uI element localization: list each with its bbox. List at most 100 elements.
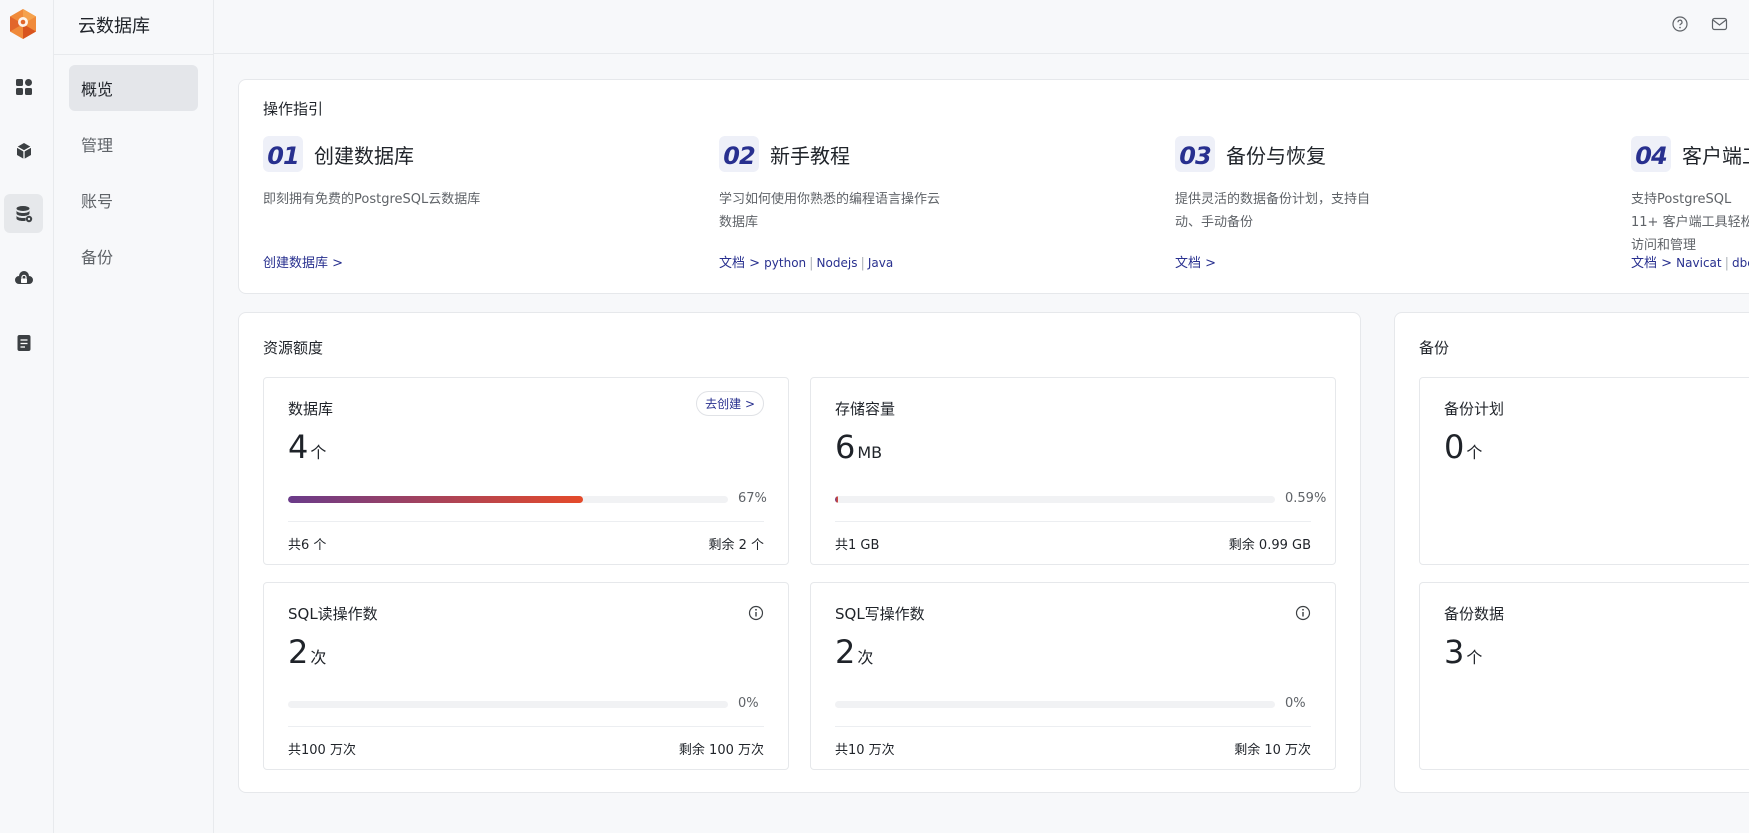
progress-percent: 67%	[738, 491, 767, 506]
docs-link[interactable]: 文档 >	[1175, 256, 1216, 271]
backup-title: 备份	[1419, 339, 1450, 357]
separator: |	[860, 256, 865, 271]
step-description: 提供灵活的数据备份计划，支持自动、手动备份	[1175, 192, 1371, 230]
sidebar: 云数据库 概览 管理 账号 备份	[54, 0, 214, 833]
progress-bar	[835, 496, 1275, 503]
database-icon	[16, 205, 32, 222]
step-number: 04	[1631, 136, 1671, 172]
backup-plan-stat: 备份计划 0个	[1419, 377, 1749, 565]
rail-document[interactable]	[4, 323, 43, 362]
progress-fill	[288, 496, 583, 503]
step-link: 文档 > Navicat|dbeaver	[1631, 252, 1749, 271]
divider	[835, 726, 1311, 727]
info-icon[interactable]	[748, 605, 764, 621]
stat-number: 3	[1444, 633, 1465, 671]
guide-card: 操作指引 01 创建数据库 即刻拥有免费的PostgreSQL云数据库 创建数据…	[238, 79, 1749, 294]
stat-title: 数据库	[288, 400, 334, 418]
stat-title: 存储容量	[835, 400, 896, 418]
quota-storage: 存储容量 6 MB 0.59% 共1 GB 剩余 0.99 GB	[810, 377, 1336, 565]
stat-unit: 次	[857, 648, 874, 667]
java-link[interactable]: Java	[868, 256, 893, 270]
divider	[288, 726, 764, 727]
rail-dashboard[interactable]	[4, 67, 43, 106]
stat-value: 0个	[1444, 428, 1482, 466]
separator: |	[1724, 256, 1729, 271]
dbeaver-link[interactable]: dbeaver	[1732, 256, 1749, 270]
cube-icon	[16, 142, 31, 159]
cloud-lock-icon	[14, 270, 33, 284]
step-number: 02	[719, 136, 759, 172]
sidebar-item-account[interactable]: 账号	[69, 177, 198, 223]
separator: |	[809, 256, 814, 271]
help-icon	[1672, 16, 1688, 32]
stat-number: 2	[835, 633, 856, 671]
divider	[54, 54, 214, 55]
resource-title: 资源额度	[263, 339, 324, 357]
app-title: 云数据库	[78, 16, 150, 37]
quota-total: 共100 万次	[288, 743, 356, 758]
stat-number: 4	[288, 428, 309, 466]
app-logo-icon[interactable]	[7, 8, 39, 40]
stat-unit: 个	[1466, 648, 1483, 667]
go-create-button[interactable]: 去创建 >	[696, 391, 764, 416]
stat-number: 6	[835, 428, 856, 466]
stat-number: 0	[1444, 428, 1465, 466]
create-database-link[interactable]: 创建数据库 >	[263, 256, 343, 271]
stat-unit: 个	[310, 443, 327, 462]
icon-rail	[0, 0, 54, 833]
step-title: 备份与恢复	[1226, 144, 1326, 168]
step-description: 即刻拥有免费的PostgreSQL云数据库	[263, 192, 481, 207]
message-button[interactable]	[1709, 14, 1729, 34]
step-number: 03	[1175, 136, 1215, 172]
sidebar-item-backup[interactable]: 备份	[69, 233, 198, 279]
rail-cloud-lock[interactable]	[4, 259, 43, 298]
stat-unit: 个	[1466, 443, 1483, 462]
quota-total: 共10 万次	[835, 743, 895, 758]
stat-title: 备份数据	[1444, 605, 1505, 623]
progress-percent: 0.59%	[1285, 491, 1327, 506]
guide-title: 操作指引	[263, 100, 324, 118]
rail-database[interactable]	[4, 194, 43, 233]
stat-number: 2	[288, 633, 309, 671]
docs-link[interactable]: 文档 >	[719, 256, 760, 271]
progress-bar	[288, 496, 728, 503]
sidebar-item-overview[interactable]: 概览	[69, 65, 198, 111]
stat-value: 6 MB	[835, 428, 882, 466]
progress-percent: 0%	[738, 696, 759, 711]
stat-value: 2次	[835, 633, 873, 671]
progress-percent: 0%	[1285, 696, 1306, 711]
quota-sql-write: SQL写操作数 2次 0% 共10 万次 剩余 10 万次	[810, 582, 1336, 770]
nodejs-link[interactable]: Nodejs	[817, 256, 858, 270]
divider	[288, 521, 764, 522]
stat-unit: MB	[857, 443, 883, 462]
step-link[interactable]: 文档 >	[1175, 252, 1216, 271]
step-description: 学习如何使用你熟悉的编程语言操作云数据库	[719, 192, 941, 230]
dashboard-icon	[15, 78, 32, 95]
progress-bar	[288, 701, 728, 708]
navicat-link[interactable]: Navicat	[1676, 256, 1721, 270]
backup-data-stat: 备份数据 3个	[1419, 582, 1749, 770]
info-icon[interactable]	[1295, 605, 1311, 621]
stat-value: 4个	[288, 428, 326, 466]
stat-value: 3个	[1444, 633, 1482, 671]
help-button[interactable]	[1670, 14, 1690, 34]
stat-value: 2次	[288, 633, 326, 671]
docs-link[interactable]: 文档 >	[1631, 256, 1672, 271]
step-title: 新手教程	[770, 144, 850, 168]
divider	[835, 521, 1311, 522]
resource-quota-card: 资源额度 数据库 去创建 > 4个 67% 共6 个 剩余 2 个 存储容量 6…	[238, 312, 1361, 793]
python-link[interactable]: python	[764, 256, 806, 270]
document-icon	[17, 334, 30, 351]
stat-title: SQL写操作数	[835, 605, 925, 623]
sidebar-item-manage[interactable]: 管理	[69, 121, 198, 167]
quota-remaining: 剩余 100 万次	[678, 743, 764, 758]
progress-bar	[835, 701, 1275, 708]
quota-remaining: 剩余 2 个	[708, 538, 764, 553]
step-link[interactable]: 创建数据库 >	[263, 252, 343, 271]
stat-title: SQL读操作数	[288, 605, 378, 623]
progress-fill	[835, 496, 838, 503]
rail-cube[interactable]	[4, 131, 43, 170]
step-title: 创建数据库	[314, 144, 414, 168]
quota-remaining: 剩余 0.99 GB	[1228, 538, 1311, 553]
stat-title: 备份计划	[1444, 400, 1505, 418]
